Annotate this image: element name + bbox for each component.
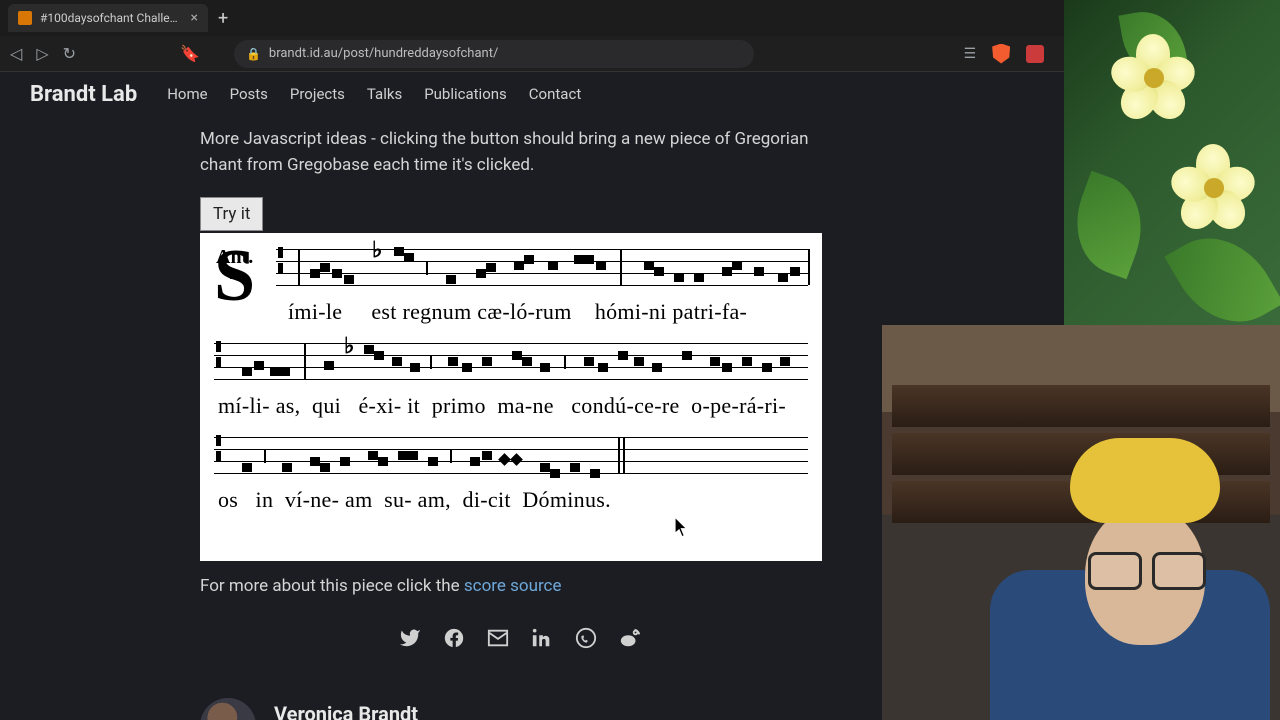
nav-posts[interactable]: Posts: [230, 85, 268, 103]
share-row: [200, 627, 840, 658]
article: More Javascript ideas - clicking the but…: [200, 126, 840, 720]
tab-close-icon[interactable]: ×: [191, 10, 198, 26]
clef-icon: [216, 435, 222, 465]
forward-button[interactable]: ▷: [36, 44, 48, 63]
brave-shield-icon[interactable]: [992, 44, 1010, 64]
nav-contact[interactable]: Contact: [529, 85, 581, 103]
nav-talks[interactable]: Talks: [367, 85, 402, 103]
lyrics-line-3: os in ví-ne- am su- am, di-cit Dóminus.: [214, 483, 808, 517]
address-bar[interactable]: 🔒 brandt.id.au/post/hundreddaysofchant/: [234, 40, 754, 68]
flowers-overlay: [1064, 0, 1280, 325]
facebook-icon[interactable]: [443, 627, 465, 658]
flat-accidental: ♭: [344, 329, 354, 363]
chant-system-3: os in ví-ne- am su- am, di-cit Dóminus.: [214, 429, 808, 517]
reload-button[interactable]: ↻: [63, 44, 76, 63]
email-icon[interactable]: [487, 627, 509, 658]
site-nav: Home Posts Projects Talks Publications C…: [167, 85, 581, 103]
url-text: brandt.id.au/post/hundreddaysofchant/: [269, 46, 742, 61]
avatar[interactable]: [200, 698, 256, 720]
score-source-link[interactable]: score source: [464, 576, 562, 596]
linkedin-icon[interactable]: [531, 627, 553, 658]
reader-mode-icon[interactable]: ☰: [964, 46, 977, 62]
barline: [298, 249, 300, 285]
whatsapp-icon[interactable]: [575, 627, 597, 658]
browser-window: #100daysofchant Challeng × + ⌄ — ▢ ✕ ◁ ▷…: [0, 0, 1280, 720]
clef-icon: [216, 341, 222, 371]
twitter-icon[interactable]: [399, 627, 421, 658]
author-block: Veronica Brandt Technician and Tutor: [200, 698, 840, 720]
author-name[interactable]: Veronica Brandt: [274, 699, 418, 720]
intro-paragraph: More Javascript ideas - clicking the but…: [200, 126, 840, 179]
nav-home[interactable]: Home: [167, 85, 207, 103]
score-footer: For more about this piece click the scor…: [200, 573, 840, 599]
score-footer-text: For more about this piece click the: [200, 576, 464, 596]
tab-title: #100daysofchant Challeng: [40, 11, 183, 25]
new-tab-button[interactable]: +: [218, 8, 228, 29]
bookmark-icon[interactable]: 🔖: [180, 44, 200, 63]
favicon: [18, 11, 32, 25]
dropcap: S: [214, 239, 255, 313]
try-it-button[interactable]: Try it: [200, 197, 263, 231]
back-button[interactable]: ◁: [10, 44, 22, 63]
nav-projects[interactable]: Projects: [290, 85, 345, 103]
chant-system-2: ♭: [214, 335, 808, 423]
browser-tab[interactable]: #100daysofchant Challeng ×: [8, 4, 208, 32]
lyrics-line-2: mí-li- as, qui é-xi- it primo ma-ne cond…: [214, 389, 808, 423]
nav-publications[interactable]: Publications: [424, 85, 507, 103]
flat-accidental: ♭: [372, 233, 382, 267]
chant-score: Ant.1. ♭: [200, 233, 822, 561]
site-logo[interactable]: Brandt Lab: [30, 82, 137, 107]
lock-icon: 🔒: [246, 47, 261, 61]
lyrics-line-1: ími-le est regnum cæ-ló-rum hómi-ni patr…: [214, 295, 808, 329]
weibo-icon[interactable]: [619, 627, 641, 658]
clef-icon: [278, 247, 284, 277]
webcam-overlay: [882, 325, 1280, 720]
chant-system-1: Ant.1. ♭: [214, 241, 808, 329]
person: [990, 410, 1250, 720]
extension-badge-icon[interactable]: [1026, 45, 1044, 63]
